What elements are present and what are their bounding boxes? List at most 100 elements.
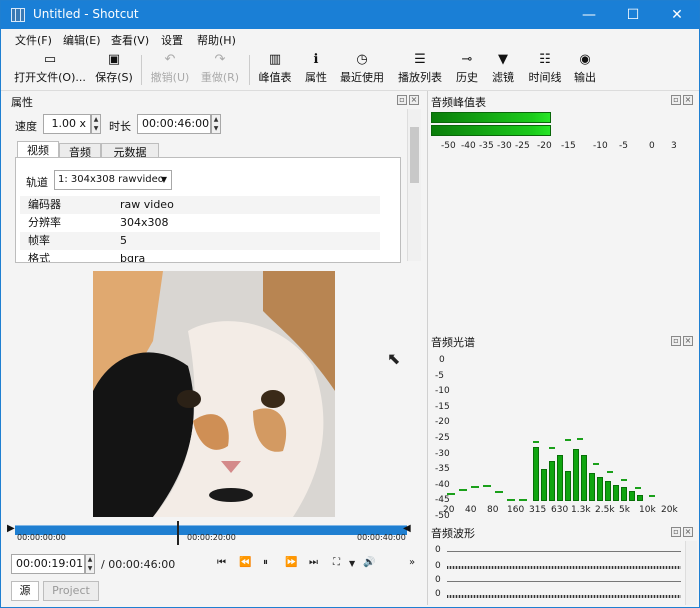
- undo-label: 撤销(U): [150, 71, 190, 84]
- spectrum-peak: [635, 487, 641, 489]
- recent-button[interactable]: ◷ 最近使用: [337, 51, 387, 89]
- spectrum-bar: [557, 455, 563, 501]
- spectrum-bar: [637, 495, 643, 501]
- clock-icon: ◷: [356, 52, 368, 67]
- property-key: 分辨率: [28, 216, 61, 229]
- close-panel-icon[interactable]: ×: [683, 95, 693, 105]
- history-label: 历史: [456, 71, 478, 84]
- zoom-fit-icon[interactable]: ⛶: [333, 557, 340, 568]
- skip-previous-icon[interactable]: ⏮: [217, 557, 226, 568]
- spectrum-bar: [573, 449, 579, 501]
- duration-label: 时长: [109, 120, 131, 133]
- waveform-scrollbar[interactable]: [685, 541, 697, 605]
- timecode-0: 00:00:00:00: [17, 533, 66, 542]
- waveform-line: [447, 551, 681, 552]
- spectrum-x-label: 2.5k: [595, 505, 615, 515]
- peak-meter-button[interactable]: ▥ 峰值表: [255, 51, 295, 89]
- peak-scale-label: -40: [461, 141, 476, 151]
- open-file-button[interactable]: ▭ 打开文件(O)...: [13, 51, 87, 89]
- export-button[interactable]: ◉ 输出: [571, 51, 599, 89]
- playlist-button[interactable]: ☰ 播放列表: [395, 51, 445, 89]
- audio-spectrum-title: 音频光谱: [431, 336, 475, 349]
- properties-button[interactable]: ℹ 属性: [301, 51, 331, 89]
- mouse-cursor-icon: ⬉: [387, 349, 401, 368]
- menu-view[interactable]: 查看(V): [111, 32, 149, 48]
- redo-button[interactable]: ↷ 重做(R): [199, 51, 241, 89]
- spectrum-peak: [577, 438, 583, 440]
- track-select[interactable]: 1: 304x308 rawvideo ▼: [54, 170, 172, 190]
- zoom-dropdown-icon[interactable]: ▼: [349, 559, 355, 568]
- duration-field[interactable]: 00:00:46:00: [137, 114, 211, 134]
- spectrum-bar: [589, 473, 595, 501]
- float-panel-icon[interactable]: ▫: [671, 336, 681, 346]
- speed-stepper[interactable]: ▲ ▼: [91, 114, 101, 134]
- property-row: 分辨率 304x308: [20, 214, 380, 232]
- float-panel-icon[interactable]: ▫: [671, 95, 681, 105]
- tab-project[interactable]: Project: [43, 581, 99, 601]
- timeline-button[interactable]: ☷ 时间线: [525, 51, 565, 89]
- spectrum-y-label: -40: [435, 479, 450, 490]
- properties-scrollbar[interactable]: [407, 109, 421, 261]
- timeline-icon: ☷: [539, 52, 551, 67]
- in-point-icon[interactable]: ▶: [7, 523, 15, 534]
- maximize-button[interactable]: ☐: [611, 1, 655, 29]
- pause-icon[interactable]: ⏸: [263, 557, 268, 568]
- spectrum-peak: [495, 491, 503, 493]
- info-icon: ℹ: [313, 52, 319, 67]
- menu-file[interactable]: 文件(F): [15, 32, 52, 48]
- close-panel-icon[interactable]: ×: [409, 95, 419, 105]
- video-tab-content: 轨道 1: 304x308 rawvideo ▼ 编码器 raw video 分…: [15, 157, 401, 263]
- menu-settings[interactable]: 设置: [161, 32, 183, 48]
- peak-meter-icon: ▥: [268, 52, 282, 67]
- property-key: 编码器: [28, 198, 61, 211]
- filters-button[interactable]: ▼ 滤镜: [489, 51, 517, 89]
- spectrum-peak: [459, 489, 467, 491]
- video-player: ⬉: [7, 263, 423, 519]
- main-toolbar: ▭ 打开文件(O)... ▣ 保存(S) ↶ 撤销(U) ↷ 重做(R) ▥ 峰…: [1, 49, 699, 91]
- waveform-y-label: 0: [435, 561, 441, 571]
- float-panel-icon[interactable]: ▫: [671, 527, 681, 537]
- waveform-line: [447, 566, 681, 569]
- menu-help[interactable]: 帮助(H): [197, 32, 236, 48]
- close-panel-icon[interactable]: ×: [683, 336, 693, 346]
- playhead[interactable]: [177, 521, 179, 545]
- undo-button[interactable]: ↶ 撤销(U): [149, 51, 191, 89]
- waveform-line: [447, 581, 681, 582]
- spectrum-peak: [649, 495, 655, 497]
- duration-stepper[interactable]: ▲ ▼: [211, 114, 221, 134]
- minimize-button[interactable]: —: [567, 1, 611, 29]
- peak-scale-label: -35: [479, 141, 494, 151]
- close-panel-icon[interactable]: ×: [683, 527, 693, 537]
- spectrum-y-label: -20: [435, 417, 450, 428]
- history-button[interactable]: ⊸ 历史: [453, 51, 481, 89]
- spectrum-bar: [621, 487, 627, 501]
- more-controls-icon[interactable]: »: [409, 557, 415, 568]
- timecode-40: 00:00:40:00: [357, 533, 406, 542]
- spectrum-x-label: 1.3k: [571, 505, 591, 515]
- skip-next-icon[interactable]: ⏭: [309, 557, 318, 568]
- window-title: Untitled - Shotcut: [33, 7, 139, 21]
- position-field[interactable]: 00:00:19:01: [11, 554, 85, 574]
- volume-icon[interactable]: 🔊: [363, 557, 375, 568]
- fast-forward-icon[interactable]: ⏩: [285, 557, 297, 568]
- audio-waveform-title: 音频波形: [431, 527, 475, 540]
- scrubber-bar[interactable]: ▶ ◀ 00:00:00:00 00:00:20:00 00:00:40:00: [7, 521, 413, 547]
- spectrum-bar: [629, 491, 635, 501]
- save-button[interactable]: ▣ 保存(S): [93, 51, 135, 89]
- disc-icon: ◉: [579, 52, 591, 67]
- menu-edit[interactable]: 编辑(E): [63, 32, 101, 48]
- title-bar: Untitled - Shotcut — ☐ ✕: [1, 1, 699, 29]
- scrollbar-thumb[interactable]: [410, 127, 419, 183]
- position-stepper[interactable]: ▲ ▼: [85, 554, 95, 574]
- peak-scale-label: -25: [515, 141, 530, 151]
- spectrum-x-label: 315: [529, 505, 547, 515]
- close-button[interactable]: ✕: [655, 1, 699, 29]
- tab-source[interactable]: 源: [11, 581, 39, 601]
- filters-label: 滤镜: [492, 71, 514, 84]
- speed-field[interactable]: 1.00 x: [43, 114, 91, 134]
- spectrum-x-label: 160: [507, 505, 525, 515]
- property-key: 格式: [28, 252, 50, 262]
- float-panel-icon[interactable]: ▫: [397, 95, 407, 105]
- spectrum-y-label: -35: [435, 464, 450, 475]
- rewind-icon[interactable]: ⏪: [239, 557, 251, 568]
